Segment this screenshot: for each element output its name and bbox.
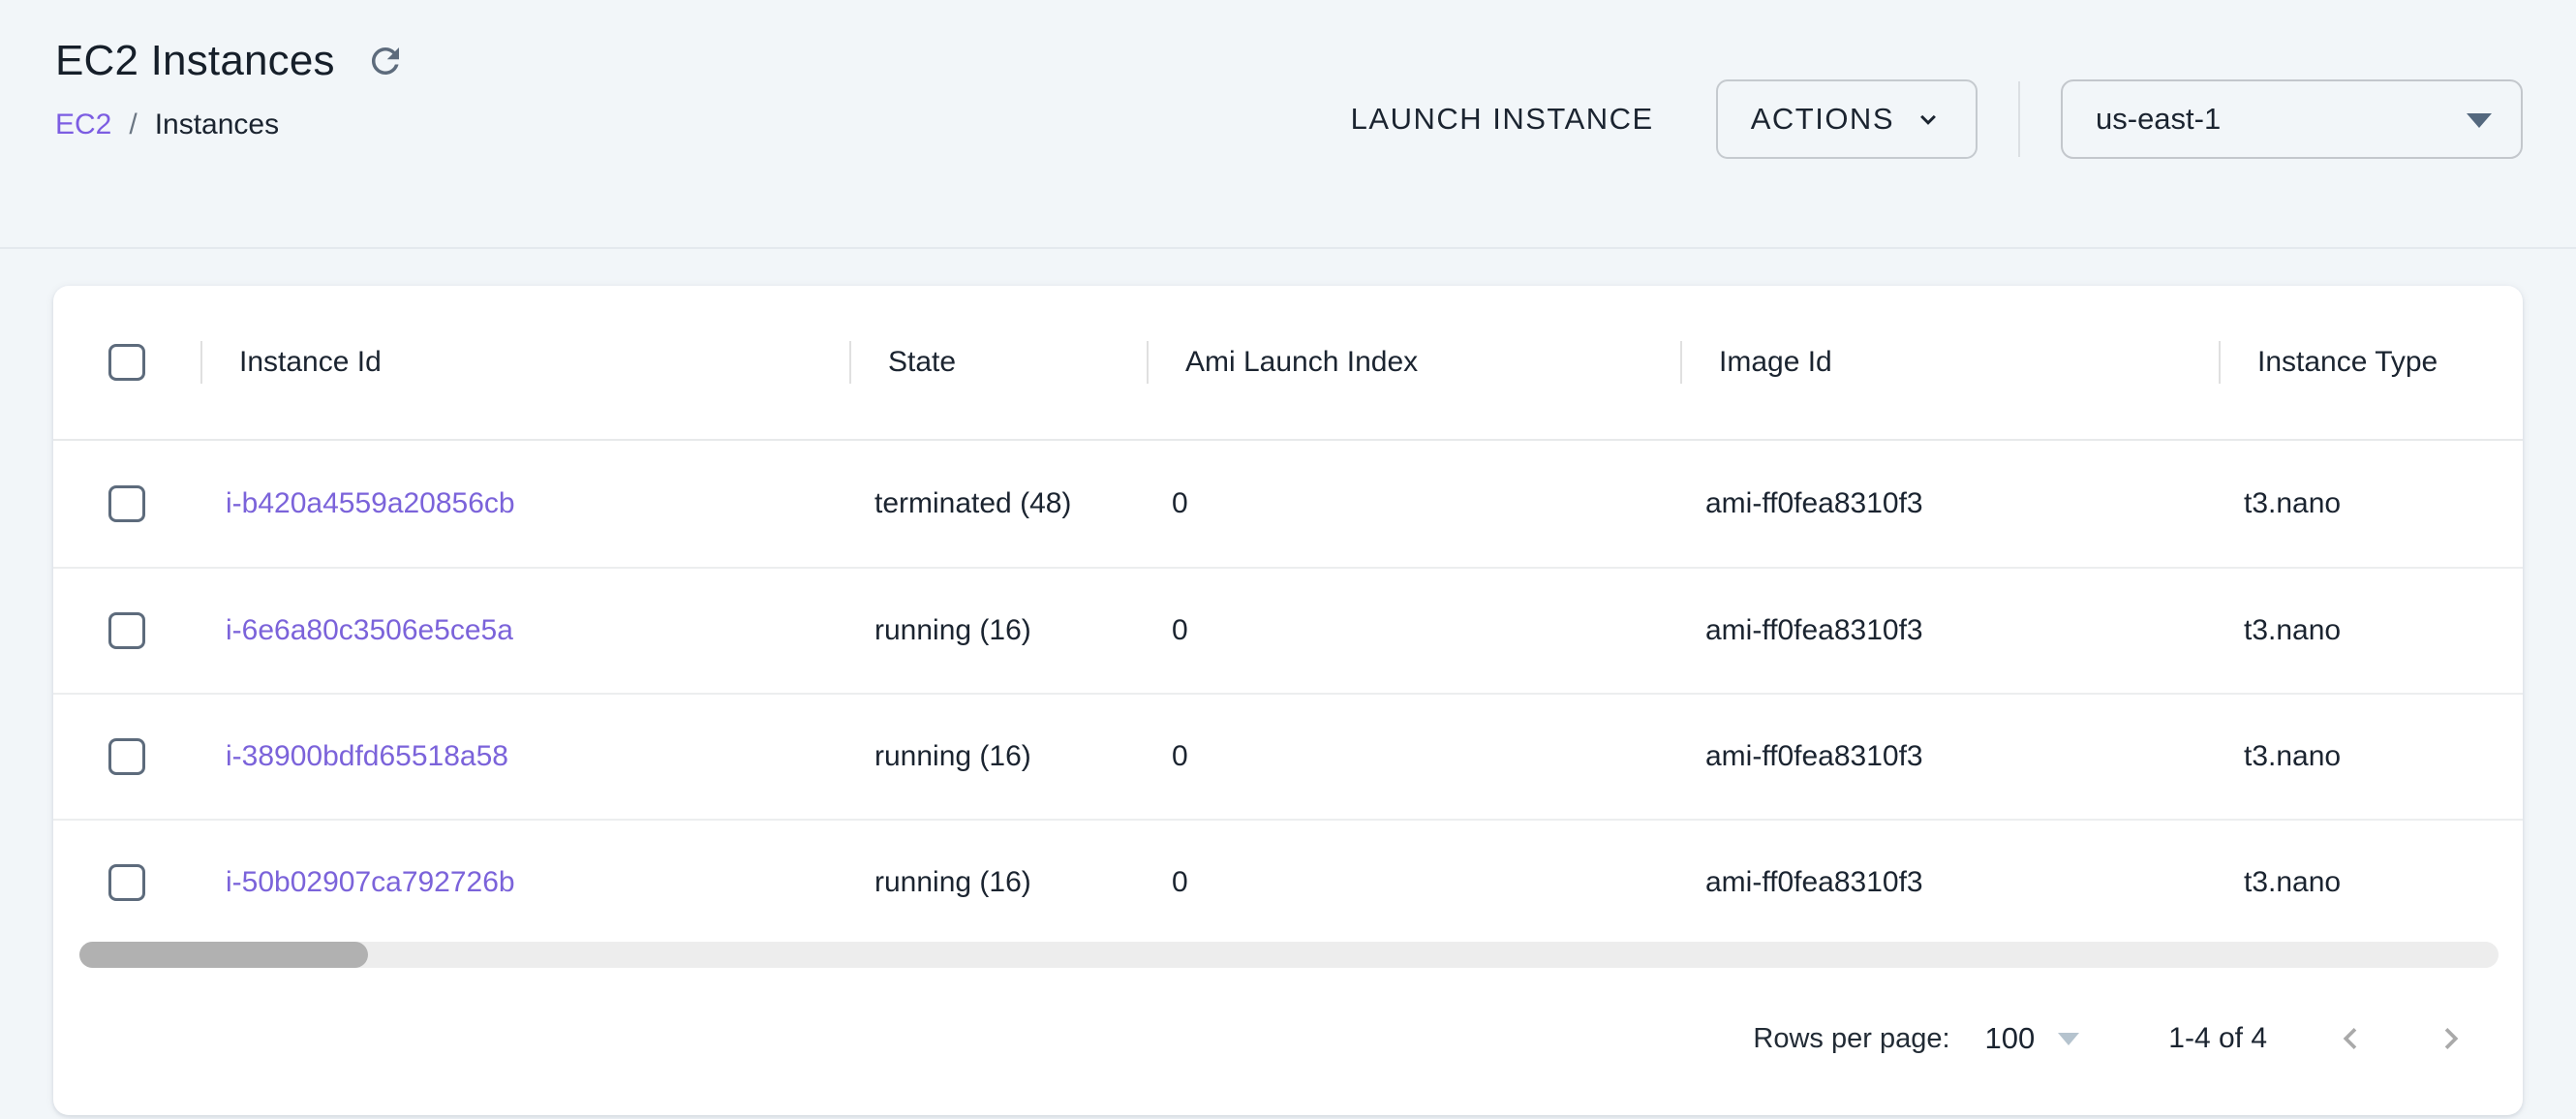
state-cell: running (16) xyxy=(849,740,1147,773)
state-cell: running (16) xyxy=(849,614,1147,647)
row-checkbox[interactable] xyxy=(108,612,145,649)
table-row[interactable]: i-38900bdfd65518a58 running (16) 0 ami-f… xyxy=(53,693,2523,819)
table-header-row: Instance Id State Ami Launch Index Image… xyxy=(53,286,2523,441)
toolbar-divider xyxy=(2018,81,2020,157)
row-checkbox-cell xyxy=(53,612,200,649)
row-checkbox[interactable] xyxy=(108,864,145,901)
ec2-instances-page: EC2 Instances EC2 / Instances LAUNCH INS… xyxy=(0,0,2576,1115)
page-header: EC2 Instances EC2 / Instances LAUNCH INS… xyxy=(0,0,2576,249)
rows-per-page-label: Rows per page: xyxy=(1753,1023,1949,1055)
instance-type-cell: t3.nano xyxy=(2219,487,2523,520)
next-page-button[interactable] xyxy=(2428,1015,2474,1062)
select-all-checkbox[interactable] xyxy=(108,344,145,381)
instance-id-link[interactable]: i-38900bdfd65518a58 xyxy=(226,740,508,772)
image-id-cell: ami-ff0fea8310f3 xyxy=(1680,740,2219,773)
image-id-cell: ami-ff0fea8310f3 xyxy=(1680,614,2219,647)
state-cell: terminated (48) xyxy=(849,487,1147,520)
refresh-icon xyxy=(365,41,406,81)
horizontal-scrollbar-thumb[interactable] xyxy=(79,942,368,968)
caret-down-icon xyxy=(2467,113,2492,128)
column-header-image-id[interactable]: Image Id xyxy=(1680,346,2219,379)
previous-page-button[interactable] xyxy=(2327,1015,2374,1062)
state-cell: running (16) xyxy=(849,866,1147,899)
instance-type-cell: t3.nano xyxy=(2219,740,2523,773)
rows-per-page-select[interactable]: 100 xyxy=(1985,1021,2036,1056)
row-checkbox-cell xyxy=(53,738,200,775)
instance-id-link[interactable]: i-b420a4559a20856cb xyxy=(226,487,515,519)
column-header-ami-launch-index[interactable]: Ami Launch Index xyxy=(1147,346,1680,379)
chevron-right-icon xyxy=(2430,1017,2472,1060)
ami-launch-index-cell: 0 xyxy=(1147,487,1680,520)
header-checkbox-cell xyxy=(53,344,200,381)
column-header-instance-type[interactable]: Instance Type xyxy=(2219,346,2523,379)
pagination-bar: Rows per page: 100 1-4 of 4 xyxy=(53,968,2523,1109)
region-select-value: us-east-1 xyxy=(2096,102,2221,137)
row-checkbox-cell xyxy=(53,864,200,901)
image-id-cell: ami-ff0fea8310f3 xyxy=(1680,866,2219,899)
table-row[interactable]: i-6e6a80c3506e5ce5a running (16) 0 ami-f… xyxy=(53,567,2523,693)
instance-type-cell: t3.nano xyxy=(2219,614,2523,647)
ami-launch-index-cell: 0 xyxy=(1147,866,1680,899)
ami-launch-index-cell: 0 xyxy=(1147,740,1680,773)
ami-launch-index-cell: 0 xyxy=(1147,614,1680,647)
row-checkbox-cell xyxy=(53,485,200,522)
breadcrumb-separator: / xyxy=(129,109,137,141)
refresh-button[interactable] xyxy=(362,38,409,84)
instances-table-card: Instance Id State Ami Launch Index Image… xyxy=(53,286,2523,1115)
actions-button-label: ACTIONS xyxy=(1751,102,1894,137)
instance-id-link[interactable]: i-6e6a80c3506e5ce5a xyxy=(226,614,513,646)
column-header-state[interactable]: State xyxy=(849,346,1147,379)
actions-button[interactable]: ACTIONS xyxy=(1716,79,1978,159)
breadcrumb-current: Instances xyxy=(155,109,279,141)
row-checkbox[interactable] xyxy=(108,485,145,522)
horizontal-scrollbar[interactable] xyxy=(79,942,2499,968)
instance-type-cell: t3.nano xyxy=(2219,866,2523,899)
launch-instance-button[interactable]: LAUNCH INSTANCE xyxy=(1345,92,1660,146)
chevron-down-icon xyxy=(1914,105,1943,134)
table-row[interactable]: i-b420a4559a20856cb terminated (48) 0 am… xyxy=(53,441,2523,567)
region-select[interactable]: us-east-1 xyxy=(2061,79,2523,159)
image-id-cell: ami-ff0fea8310f3 xyxy=(1680,487,2219,520)
chevron-left-icon xyxy=(2329,1017,2372,1060)
pagination-range-label: 1-4 of 4 xyxy=(2168,1022,2267,1055)
breadcrumb-ec2-link[interactable]: EC2 xyxy=(55,109,111,141)
column-header-instance-id[interactable]: Instance Id xyxy=(200,346,849,379)
instance-id-link[interactable]: i-50b02907ca792726b xyxy=(226,866,515,898)
caret-down-icon[interactable] xyxy=(2058,1033,2079,1045)
toolbar: LAUNCH INSTANCE ACTIONS us-east-1 xyxy=(1345,79,2523,159)
page-title: EC2 Instances xyxy=(55,37,335,85)
table-row[interactable]: i-50b02907ca792726b running (16) 0 ami-f… xyxy=(53,819,2523,945)
row-checkbox[interactable] xyxy=(108,738,145,775)
